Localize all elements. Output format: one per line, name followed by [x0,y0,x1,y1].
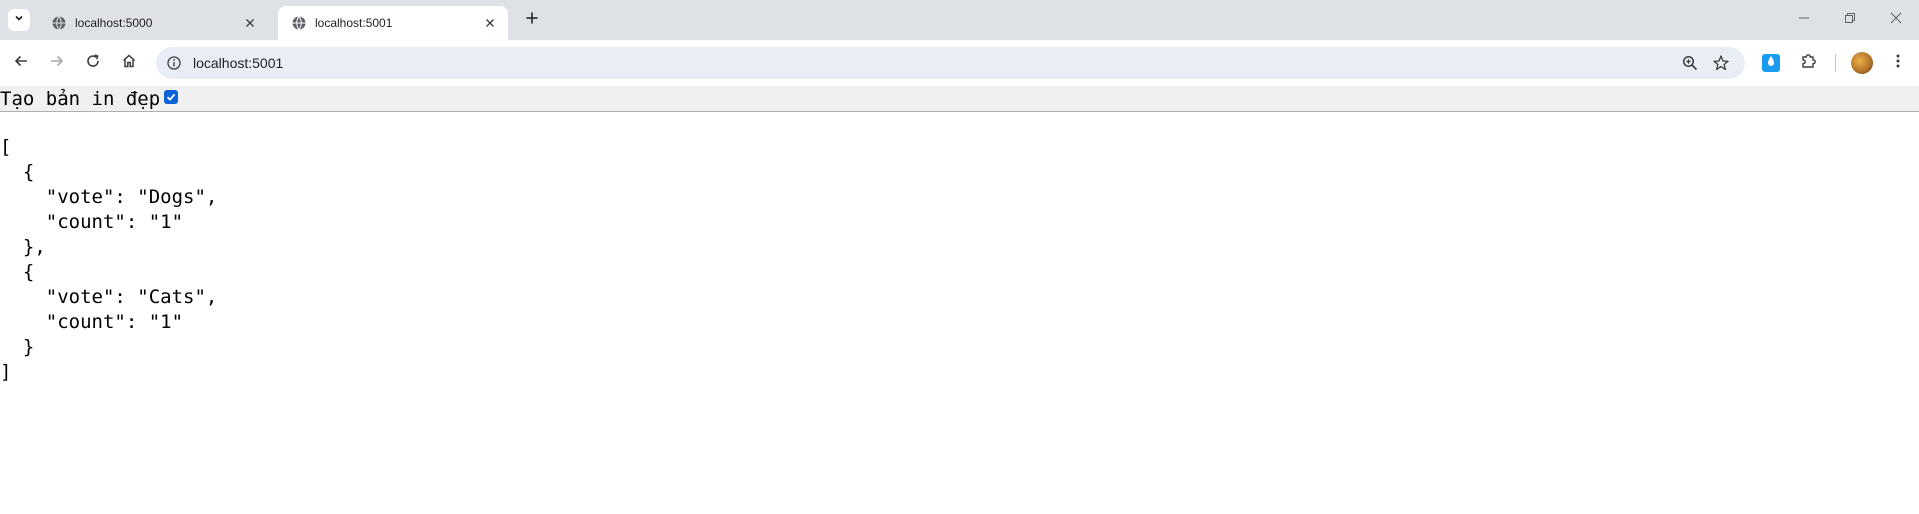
json-line: "vote": "Cats", [0,286,218,308]
globe-icon [291,15,307,31]
json-line: "count": "1" [0,311,184,333]
json-line: "vote": "Dogs", [0,186,218,208]
toolbar-divider [1835,54,1836,72]
forward-button[interactable] [45,51,69,75]
tab-search-button[interactable] [8,9,30,31]
arrow-left-icon [13,53,29,74]
json-line: ] [0,361,12,383]
browser-toolbar: localhost:5001 [0,40,1919,86]
home-icon [121,53,137,74]
tab-title: localhost:5001 [315,16,393,30]
address-bar[interactable]: localhost:5001 [156,47,1745,79]
close-tab-button[interactable] [242,15,258,31]
restore-icon [1844,11,1856,29]
close-window-button[interactable] [1884,8,1908,32]
json-line: { [0,161,35,183]
tab-localhost-5000[interactable]: localhost:5000 [38,6,268,40]
json-line: } [0,336,35,358]
plus-icon [525,11,539,30]
restore-button[interactable] [1838,8,1862,32]
arrow-right-icon [49,53,65,74]
json-line: "count": "1" [0,211,184,233]
chevron-down-icon [13,11,25,29]
json-line: { [0,261,35,283]
new-tab-button[interactable] [520,8,544,32]
extensions-menu-button[interactable] [1797,51,1821,75]
tab-title: localhost:5000 [75,16,153,30]
reload-icon [85,53,101,74]
home-button[interactable] [117,51,141,75]
star-icon[interactable] [1712,54,1730,72]
minimize-icon [1798,11,1810,29]
profile-avatar[interactable] [1851,52,1873,74]
menu-button[interactable] [1886,51,1910,75]
pretty-print-label: Tạo bản in đẹp [0,87,161,110]
json-line: [ [0,136,12,158]
info-icon[interactable] [166,55,182,71]
minimize-button[interactable] [1792,8,1816,32]
reload-button[interactable] [81,51,105,75]
close-tab-button[interactable] [482,15,498,31]
puzzle-icon [1800,52,1818,75]
kebab-menu-icon [1895,53,1901,74]
back-button[interactable] [9,51,33,75]
water-drop-icon [1766,54,1776,72]
pretty-print-checkbox[interactable] [164,89,179,104]
extension-button[interactable] [1762,54,1780,72]
close-icon [1890,11,1902,29]
json-content: [ { "vote": "Dogs", "count": "1" }, { "v… [0,135,217,385]
globe-icon [51,15,67,31]
json-line: }, [0,236,46,258]
tab-strip: localhost:5000 localhost:5001 [0,0,1919,40]
pretty-print-toggle[interactable]: Tạo bản in đẹp [0,87,179,110]
pretty-print-bar: Tạo bản in đẹp [0,86,1919,112]
tab-localhost-5001[interactable]: localhost:5001 [278,6,508,40]
url-text: localhost:5001 [193,55,284,71]
zoom-icon[interactable] [1681,54,1699,72]
